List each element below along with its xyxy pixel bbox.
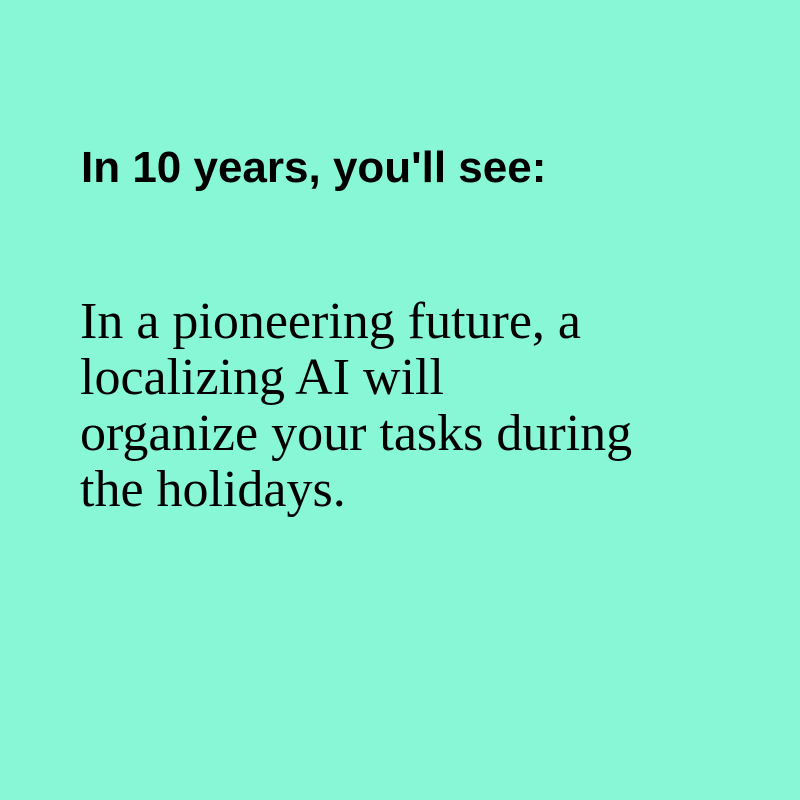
headline: In 10 years, you'll see: bbox=[81, 143, 547, 192]
prediction-line-3: organize your tasks during bbox=[80, 405, 633, 462]
prediction-line-4: the holidays. bbox=[80, 461, 346, 518]
prediction-card: In 10 years, you'll see: In a pioneering… bbox=[0, 0, 800, 800]
prediction-line-1: In a pioneering future, a bbox=[80, 293, 582, 350]
prediction-text: In a pioneering future, a localizing AI … bbox=[80, 294, 760, 518]
prediction-line-2: localizing AI will bbox=[80, 349, 444, 406]
